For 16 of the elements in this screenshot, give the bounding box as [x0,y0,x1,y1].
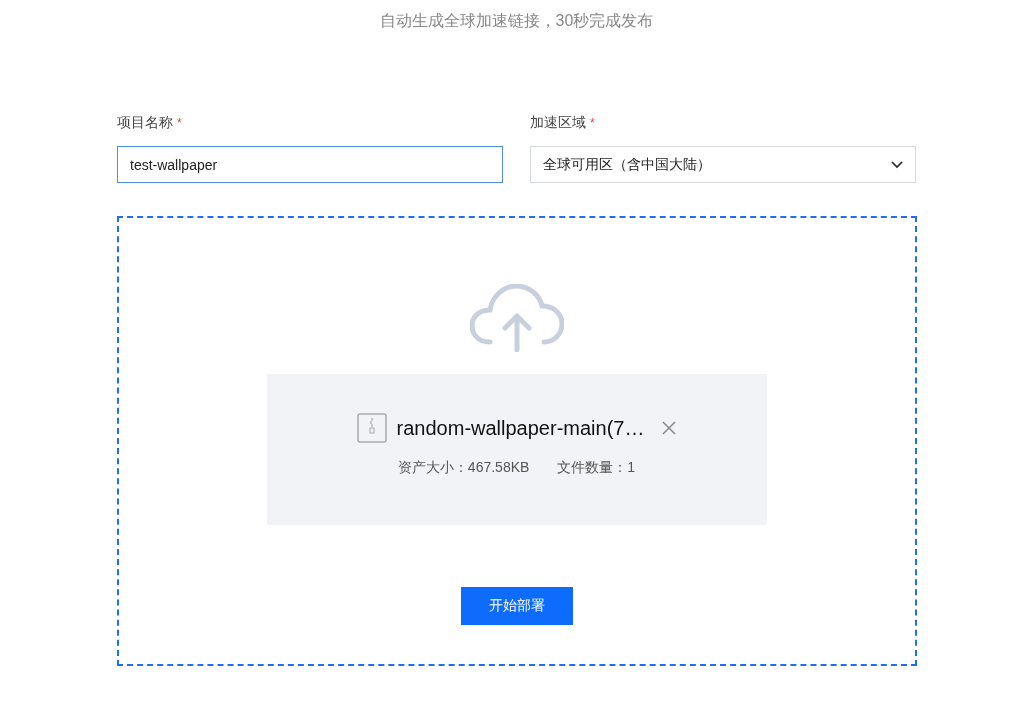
file-name: random-wallpaper-main(7… [396,416,645,440]
required-mark: * [590,116,595,130]
close-button[interactable] [662,421,677,435]
cloud-upload-icon [469,284,564,352]
upload-dropzone[interactable]: random-wallpaper-main(7… 资产大小：467.58KB 文件数量：1 开始部署 [116,216,917,666]
required-mark: * [177,116,182,130]
project-name-field[interactable]: test-wallpaper [117,146,503,183]
asset-size: 资产大小：467.58KB [397,459,530,477]
subtitle: 自动生成全球加速链接，30秒完成发布 [379,11,654,31]
region-select[interactable]: 全球可用区（含中国大陆） [530,146,916,183]
field-label: 项目名称 [117,113,173,132]
zip-file-icon [356,413,387,443]
field-label: 加速区域 [530,113,586,132]
chevron-down-icon [891,160,903,169]
file-count: 文件数量：1 [557,459,636,477]
deploy-button[interactable]: 开始部署 [460,587,573,625]
